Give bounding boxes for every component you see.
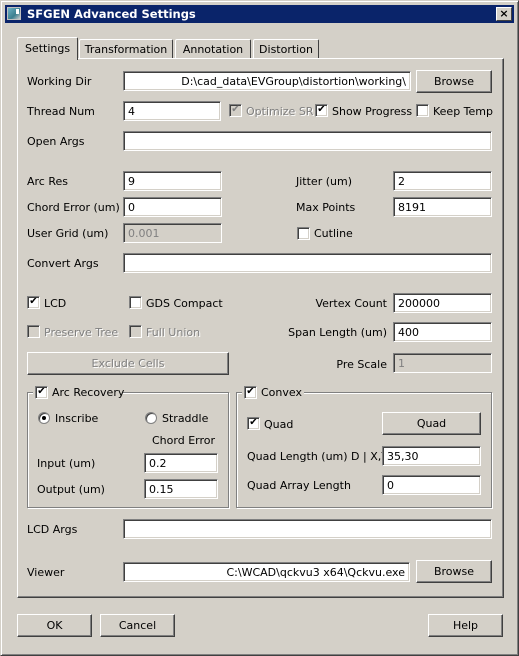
viewer-input[interactable]: C:\WCAD\qckvu3 x64\Qckvu.exe xyxy=(123,562,410,582)
vertex-count-input[interactable]: 200000 xyxy=(393,293,492,313)
max-points-label: Max Points xyxy=(296,201,356,214)
close-button[interactable]: × xyxy=(496,7,512,21)
jitter-input[interactable]: 2 xyxy=(393,171,492,191)
span-length-input[interactable]: 400 xyxy=(393,322,492,342)
tab-settings[interactable]: Settings xyxy=(17,37,78,60)
viewer-label: Viewer xyxy=(27,566,65,579)
gds-compact-label: GDS Compact xyxy=(146,297,223,310)
quad-array-length-label: Quad Array Length xyxy=(247,479,351,492)
app-icon xyxy=(7,7,21,20)
chord-error-heading: Chord Error xyxy=(152,434,216,447)
thread-num-input[interactable]: 4 xyxy=(123,101,221,121)
optimize-sr-checkbox[interactable]: ✔ xyxy=(229,104,242,117)
full-union-checkbox[interactable] xyxy=(129,325,142,338)
input-um-label: Input (um) xyxy=(37,457,96,470)
jitter-label: Jitter (um) xyxy=(296,175,352,188)
convert-args-label: Convert Args xyxy=(27,257,99,270)
vertex-count-label: Vertex Count xyxy=(315,297,387,310)
lcd-args-label: LCD Args xyxy=(27,523,78,536)
open-args-label: Open Args xyxy=(27,135,85,148)
convert-args-input[interactable] xyxy=(123,253,492,273)
inscribe-radio[interactable] xyxy=(38,412,50,424)
convex-label: Convex xyxy=(261,386,302,399)
arc-output-um-input[interactable]: 0.15 xyxy=(144,479,218,499)
full-union-label: Full Union xyxy=(146,326,201,339)
inscribe-label: Inscribe xyxy=(55,412,99,425)
quad-checkbox[interactable]: ✔ xyxy=(247,417,260,430)
lcd-label: LCD xyxy=(44,297,67,310)
thread-num-label: Thread Num xyxy=(27,105,95,118)
user-grid-label: User Grid (um) xyxy=(27,227,109,240)
arc-recovery-label: Arc Recovery xyxy=(52,386,125,399)
lcd-checkbox[interactable]: ✔ xyxy=(27,296,40,309)
tab-distortion[interactable]: Distortion xyxy=(253,39,319,58)
working-dir-label: Working Dir xyxy=(27,75,92,88)
title-bar: SFGEN Advanced Settings × xyxy=(5,5,514,23)
pre-scale-label: Pre Scale xyxy=(336,358,387,371)
user-grid-input[interactable]: 0.001 xyxy=(123,223,222,243)
chord-error-input[interactable]: 0 xyxy=(123,197,222,217)
cutline-label: Cutline xyxy=(314,227,353,240)
preserve-tree-checkbox[interactable] xyxy=(27,325,40,338)
arc-input-um-input[interactable]: 0.2 xyxy=(144,453,218,473)
arc-res-label: Arc Res xyxy=(27,175,68,188)
convex-checkbox[interactable]: ✔ xyxy=(244,386,257,399)
lcd-args-input[interactable] xyxy=(123,519,492,539)
max-points-input[interactable]: 8191 xyxy=(393,197,492,217)
pre-scale-input[interactable]: 1 xyxy=(393,353,492,373)
straddle-radio[interactable] xyxy=(145,412,157,424)
chord-error-label: Chord Error (um) xyxy=(27,201,120,214)
window-title: SFGEN Advanced Settings xyxy=(27,7,196,21)
output-um-label: Output (um) xyxy=(37,483,105,496)
arc-recovery-checkbox[interactable]: ✔ xyxy=(35,386,48,399)
open-args-input[interactable] xyxy=(123,131,492,151)
help-button[interactable]: Help xyxy=(428,614,503,637)
exclude-cells-button[interactable]: Exclude Cells xyxy=(27,352,229,375)
sfgen-advanced-settings-dialog: SFGEN Advanced Settings × Settings Trans… xyxy=(0,0,519,656)
straddle-label: Straddle xyxy=(162,412,209,425)
working-dir-browse-button[interactable]: Browse xyxy=(416,70,492,93)
optimize-sr-label: Optimize SR xyxy=(246,105,314,118)
quad-array-length-input[interactable]: 0 xyxy=(382,475,481,495)
tab-annotation[interactable]: Annotation xyxy=(175,39,251,58)
working-dir-input[interactable]: D:\cad_data\EVGroup\distortion\working\ xyxy=(123,71,411,91)
show-progress-checkbox[interactable]: ✔ xyxy=(315,104,328,117)
show-progress-label: Show Progress xyxy=(332,105,413,118)
span-length-label: Span Length (um) xyxy=(288,326,387,339)
quad-label: Quad xyxy=(264,418,294,431)
arc-res-input[interactable]: 9 xyxy=(123,171,222,191)
keep-temp-checkbox[interactable] xyxy=(416,104,429,117)
ok-button[interactable]: OK xyxy=(17,614,92,637)
cutline-checkbox[interactable] xyxy=(297,227,310,240)
gds-compact-checkbox[interactable] xyxy=(129,296,142,309)
quad-button[interactable]: Quad xyxy=(382,412,481,435)
quad-length-input[interactable]: 35,30 xyxy=(382,446,481,466)
cancel-button[interactable]: Cancel xyxy=(100,614,175,637)
quad-length-label: Quad Length (um) D | X,Y xyxy=(247,450,388,463)
keep-temp-label: Keep Temp xyxy=(433,105,493,118)
tab-transformation[interactable]: Transformation xyxy=(79,39,173,58)
preserve-tree-label: Preserve Tree xyxy=(44,326,119,339)
viewer-browse-button[interactable]: Browse xyxy=(416,560,492,583)
